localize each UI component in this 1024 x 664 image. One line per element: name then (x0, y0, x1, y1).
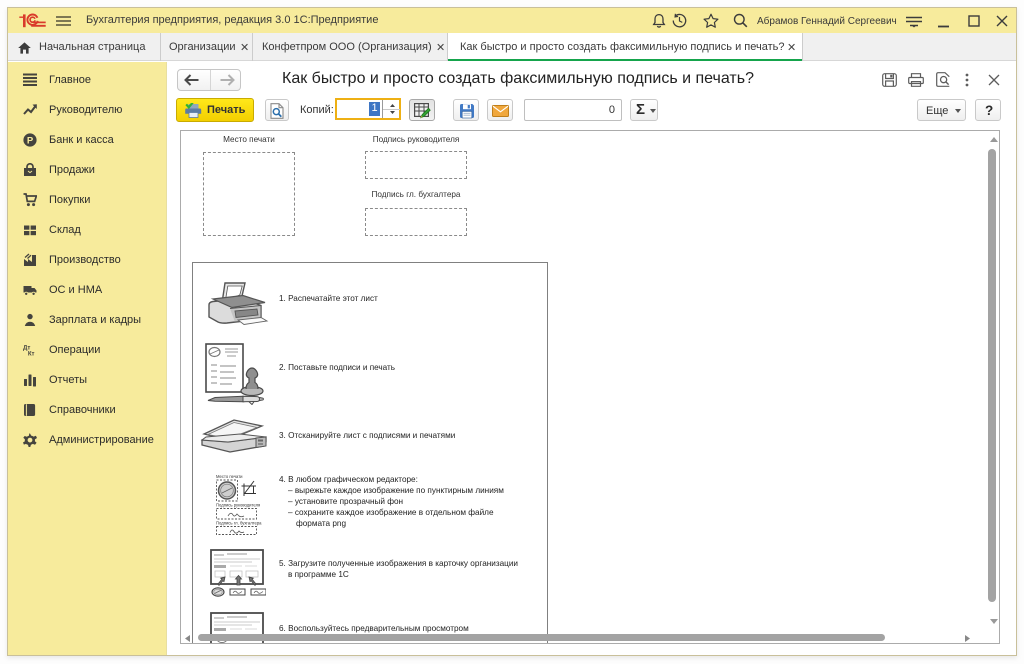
svg-text:Подпись гл. бухгалтера: Подпись гл. бухгалтера (216, 521, 262, 526)
svg-text:Подпись руководителя: Подпись руководителя (216, 503, 260, 508)
svg-text:Кт: Кт (28, 351, 35, 357)
svg-text:Р: Р (27, 135, 34, 146)
svg-text:Место печати: Место печати (216, 474, 243, 479)
